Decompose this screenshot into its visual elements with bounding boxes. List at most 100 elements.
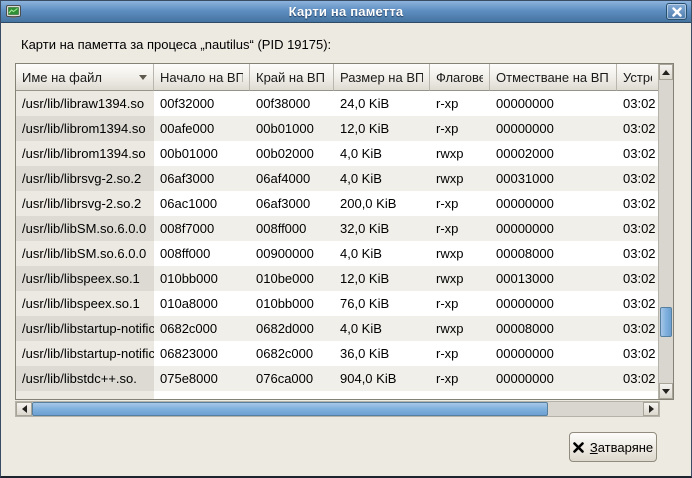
cell-device: 03:02 — [617, 266, 658, 291]
cell-filename: /usr/lib/libspeex.so.1 — [16, 291, 154, 316]
cell-flags: r-xp — [430, 366, 490, 391]
titlebar-close-button[interactable] — [666, 3, 687, 20]
cell-vm-offset: 00000000 — [490, 366, 617, 391]
horizontal-scrollbar-thumb[interactable] — [32, 402, 548, 416]
memory-maps-dialog: Карти на паметта Карти на паметта за про… — [0, 0, 692, 478]
table-row[interactable]: /usr/lib/librsvg-2.so.2 06ac1000 06af300… — [16, 191, 658, 216]
vertical-scrollbar[interactable] — [658, 64, 673, 399]
cell-vm-end: 06af3000 — [250, 191, 334, 216]
cell-vm-offset: 00031000 — [490, 166, 617, 191]
table-row[interactable]: /usr/lib/libSM.so.6.0.0 008ff000 0090000… — [16, 241, 658, 266]
column-header-vm-start[interactable]: Начало на ВП — [154, 64, 250, 91]
table-row[interactable]: /usr/lib/libstartup-notification 0682300… — [16, 341, 658, 366]
system-monitor-icon[interactable] — [5, 3, 22, 20]
vertical-scrollbar-thumb[interactable] — [660, 307, 672, 337]
cell-flags: r-xp — [430, 341, 490, 366]
cell-filename: /usr/lib/libspeex.so.1 — [16, 266, 154, 291]
cell-filename: /usr/lib/libstartup-notification — [16, 316, 154, 341]
cell-vm-offset: 00000000 — [490, 191, 617, 216]
cell-filename: /usr/lib/libstdc++.so. — [16, 366, 154, 391]
cell-vm-start: 0682c000 — [154, 316, 250, 341]
cell-vm-offset: 00000000 — [490, 216, 617, 241]
cell-flags: rwxp — [430, 141, 490, 166]
cell-vm-start: 00b01000 — [154, 141, 250, 166]
cell-vm-size: 12,0 KiB — [334, 266, 430, 291]
sort-descending-icon — [139, 75, 147, 80]
cell-vm-offset: 00013000 — [490, 266, 617, 291]
table-row[interactable]: /usr/lib/libspeex.so.1 010a8000 010bb000… — [16, 291, 658, 316]
cell-device: 03:02 — [617, 241, 658, 266]
cell-vm-size: 36,0 KiB — [334, 341, 430, 366]
column-header-vm-end[interactable]: Край на ВП — [250, 64, 334, 91]
column-header-device[interactable]: Устройство — [617, 64, 658, 91]
cell-vm-size: 904,0 KiB — [334, 366, 430, 391]
cell-device: 03:02 — [617, 216, 658, 241]
cell-device: 03:02 — [617, 141, 658, 166]
close-button[interactable]: Затваряне — [569, 432, 657, 462]
cell-vm-start: 00f32000 — [154, 91, 250, 116]
cell-flags: r-xp — [430, 91, 490, 116]
table-row[interactable]: /usr/lib/librsvg-2.so.2 06af3000 06af400… — [16, 166, 658, 191]
table-row[interactable]: /usr/lib/libspeex.so.1 010bb000 010be000… — [16, 266, 658, 291]
cell-vm-size: 4,0 KiB — [334, 166, 430, 191]
cell-vm-offset: 00000000 — [490, 291, 617, 316]
cell-device: 03:02 — [617, 91, 658, 116]
cell-vm-start: 008ff000 — [154, 241, 250, 266]
column-header-vm-offset[interactable]: Отместване на ВП — [490, 64, 617, 91]
close-x-icon — [573, 442, 584, 453]
table-row[interactable]: /usr/lib/librom1394.so 00afe000 00b01000… — [16, 116, 658, 141]
cell-vm-size: 32,0 KiB — [334, 216, 430, 241]
titlebar[interactable]: Карти на паметта — [1, 1, 691, 23]
arrow-left-icon — [22, 405, 27, 413]
cell-filename: /usr/lib/librom1394.so — [16, 141, 154, 166]
arrow-down-icon — [662, 389, 670, 394]
cell-device: 03:02 — [617, 191, 658, 216]
column-header-flags[interactable]: Флагове — [430, 64, 490, 91]
table-row[interactable]: /usr/lib/libstdc++.so. 075e8000 076ca000… — [16, 366, 658, 391]
cell-vm-size: 4,0 KiB — [334, 316, 430, 341]
table-row[interactable]: /usr/lib/librom1394.so 00b01000 00b02000… — [16, 141, 658, 166]
cell-vm-offset: 00008000 — [490, 316, 617, 341]
cell-filename: /usr/lib/libraw1394.so — [16, 91, 154, 116]
cell-vm-size: 4,0 KiB — [334, 241, 430, 266]
cell-vm-start: 06af3000 — [154, 166, 250, 191]
cell-filename: /usr/lib/librom1394.so — [16, 116, 154, 141]
cell-vm-offset: 00000000 — [490, 116, 617, 141]
cell-vm-end: 00900000 — [250, 241, 334, 266]
cell-vm-start: 008f7000 — [154, 216, 250, 241]
cell-device: 03:02 — [617, 166, 658, 191]
cell-vm-size: 76,0 KiB — [334, 291, 430, 316]
table-row[interactable]: /usr/lib/libraw1394.so 00f32000 00f38000… — [16, 91, 658, 116]
column-header-vm-size[interactable]: Размер на ВП — [334, 64, 430, 91]
cell-filename: /usr/lib/libstartup-notification — [16, 341, 154, 366]
horizontal-scrollbar[interactable] — [15, 401, 660, 417]
cell-vm-end: 076ca000 — [250, 366, 334, 391]
scroll-up-button[interactable] — [659, 64, 673, 80]
cell-flags: r-xp — [430, 216, 490, 241]
cell-vm-end: 00f38000 — [250, 91, 334, 116]
cell-flags: rwxp — [430, 241, 490, 266]
scroll-right-button[interactable] — [643, 402, 659, 416]
cell-flags: r-xp — [430, 116, 490, 141]
cell-vm-offset: 00008000 — [490, 241, 617, 266]
close-button-label: Затваряне — [590, 440, 653, 455]
table-row[interactable]: /usr/lib/libstartup-notification 0682c00… — [16, 316, 658, 341]
cell-flags: rwxp — [430, 316, 490, 341]
process-description-label: Карти на паметта за процеса „nautilus“ (… — [21, 37, 331, 52]
window-title: Карти на паметта — [1, 4, 691, 19]
cell-vm-offset: 00000000 — [490, 341, 617, 366]
table-row[interactable]: /usr/lib/libSM.so.6.0.0 008f7000 008ff00… — [16, 216, 658, 241]
cell-vm-offset: 00002000 — [490, 141, 617, 166]
column-header-filename[interactable]: Име на файл — [16, 64, 154, 91]
cell-filename: /usr/lib/libSM.so.6.0.0 — [16, 216, 154, 241]
cell-device: 03:02 — [617, 291, 658, 316]
cell-device: 03:02 — [617, 341, 658, 366]
cell-vm-end: 010bb000 — [250, 291, 334, 316]
cell-vm-start: 010bb000 — [154, 266, 250, 291]
scroll-down-button[interactable] — [659, 383, 673, 399]
cell-vm-size: 200,0 KiB — [334, 191, 430, 216]
table-body: /usr/lib/libraw1394.so 00f32000 00f38000… — [16, 91, 658, 399]
cell-vm-end: 0682d000 — [250, 316, 334, 341]
scroll-left-button[interactable] — [16, 402, 32, 416]
cell-filename: /usr/lib/librsvg-2.so.2 — [16, 191, 154, 216]
